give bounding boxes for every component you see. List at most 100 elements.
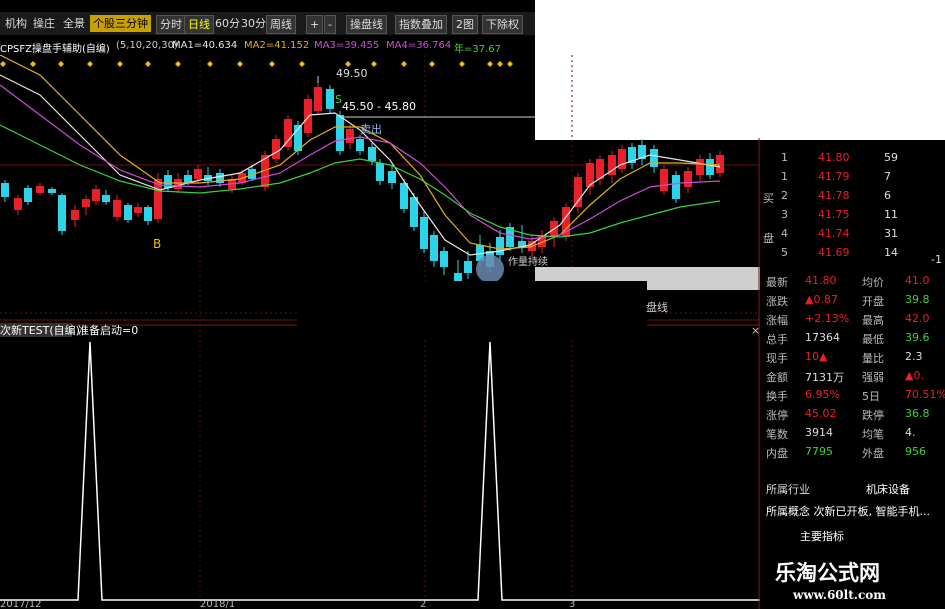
candle-down bbox=[650, 149, 658, 167]
toolbar-jigou[interactable]: 机构 bbox=[2, 15, 30, 32]
stat-label: 涨幅 bbox=[766, 314, 788, 327]
candle-down bbox=[672, 175, 680, 199]
candle-down bbox=[102, 195, 110, 202]
year-line-value: 年=37.67 bbox=[454, 44, 502, 55]
ma3-value: MA3=39.455 bbox=[314, 40, 380, 51]
buy-side-label: 盘 bbox=[763, 232, 774, 245]
candle-down bbox=[496, 237, 504, 255]
stat-label: 外盘 bbox=[862, 447, 884, 460]
buy-level-vol: 59 bbox=[884, 151, 898, 164]
stat-label: 换手 bbox=[766, 390, 788, 403]
candle-down bbox=[58, 195, 66, 231]
candle-up bbox=[696, 159, 704, 175]
stat-label: 5日 bbox=[862, 390, 880, 403]
tab-rixian[interactable]: 日线 bbox=[184, 15, 214, 34]
stat-value: 10▲ bbox=[805, 350, 828, 363]
candle-up bbox=[82, 199, 90, 207]
zoom-out-button[interactable]: - bbox=[324, 15, 336, 34]
candle-up bbox=[684, 171, 692, 187]
candle-down bbox=[24, 188, 32, 202]
stat-value: 39.6 bbox=[905, 331, 930, 344]
toolbar-caozhuang[interactable]: 操庄 bbox=[30, 15, 58, 32]
candle-up bbox=[174, 179, 182, 189]
tab-fenshi[interactable]: 分时 bbox=[156, 15, 186, 34]
candle-down bbox=[144, 207, 152, 221]
candle-down bbox=[440, 251, 448, 267]
stat-value: 956 bbox=[905, 445, 926, 458]
indicator-name[interactable]: CPSFZ操盘手辅助(自编) bbox=[0, 40, 110, 55]
ma4-value: MA4=36.764 bbox=[386, 40, 452, 51]
stat-label: 最新 bbox=[766, 276, 788, 289]
stat-label: 跌停 bbox=[862, 409, 884, 422]
stat-value: 7795 bbox=[805, 445, 833, 458]
ma1-value: MA1=40.634 bbox=[172, 40, 238, 51]
stat-label: 量比 bbox=[862, 352, 884, 365]
tab-zhouxian[interactable]: 周线 bbox=[266, 15, 296, 34]
candle-up bbox=[716, 155, 724, 173]
industry-value: 机床设备 bbox=[866, 483, 910, 496]
xaxis-label: 2017/12 bbox=[0, 599, 42, 609]
ex-rights-button[interactable]: 下除权 bbox=[482, 15, 523, 34]
main-indicators-button[interactable]: 主要指标 bbox=[800, 528, 844, 544]
marker-diamond bbox=[0, 61, 6, 67]
concept-text: 所属概念 次新已开板, 智能手机... bbox=[766, 505, 930, 518]
kline-chart[interactable]: 49.50 45.50 - 45.80 卖出 S B 作量持续盘线次新TEST(自编)准备… bbox=[0, 55, 760, 609]
candle-down bbox=[336, 115, 344, 151]
marker-diamond bbox=[87, 61, 93, 67]
xaxis-label: 3 bbox=[569, 599, 575, 609]
candle-up bbox=[346, 129, 354, 143]
index-overlay-button[interactable]: 指数叠加 bbox=[395, 15, 447, 34]
stat-label: 涨跌 bbox=[766, 295, 788, 308]
marker-diamond bbox=[175, 61, 181, 67]
candle-down bbox=[356, 139, 364, 151]
marker-diamond bbox=[507, 61, 513, 67]
watermark-title: 乐淘公式网 bbox=[775, 561, 880, 585]
buy-level-vol: 7 bbox=[884, 170, 891, 183]
toolbar-stock-3min[interactable]: 个股三分钟 bbox=[90, 15, 151, 32]
low-note-label: 作量持续 bbox=[508, 255, 548, 268]
zoom-in-button[interactable]: + bbox=[306, 15, 324, 34]
buy-level-no: 3 bbox=[781, 208, 788, 221]
stat-value: 17364 bbox=[805, 331, 840, 344]
marker-diamond bbox=[497, 61, 503, 67]
period-toolbar: 机构 操庄 全景 个股三分钟 分时 日线 60分 30分 周线 + - 操盘线 … bbox=[0, 12, 535, 35]
stat-label: 均价 bbox=[862, 276, 884, 289]
candle-down bbox=[706, 159, 714, 175]
tab-30min[interactable]: 30分 bbox=[238, 15, 269, 32]
stat-value: ▲0.87 bbox=[805, 293, 838, 306]
two-chart-button[interactable]: 2图 bbox=[452, 15, 478, 34]
marker-diamond bbox=[58, 61, 64, 67]
buy-level-vol: 31 bbox=[884, 227, 898, 240]
candle-up bbox=[272, 139, 280, 159]
watermark-url: www.60lt.com bbox=[793, 588, 886, 602]
indicator-params: (5,10,20,30) bbox=[116, 40, 178, 51]
candle-up bbox=[71, 210, 79, 220]
marker-diamond bbox=[299, 61, 305, 67]
marker-diamond bbox=[401, 61, 407, 67]
panel-suffix-label: 盘线 bbox=[646, 300, 668, 314]
stat-label: 总手 bbox=[766, 333, 788, 346]
marker-diamond bbox=[487, 61, 493, 67]
candle-up bbox=[194, 169, 202, 179]
marker-diamond bbox=[30, 61, 36, 67]
low-bubble bbox=[476, 255, 504, 283]
candle-down bbox=[368, 147, 376, 161]
stat-label: 开盘 bbox=[862, 295, 884, 308]
caopanxian-button[interactable]: 操盘线 bbox=[346, 15, 387, 34]
sell-label: 卖出 bbox=[360, 122, 382, 136]
s-signal: S bbox=[335, 93, 342, 106]
candle-down bbox=[326, 89, 334, 109]
buy-level-vol: 6 bbox=[884, 189, 891, 202]
candle-up bbox=[574, 177, 582, 207]
toolbar-quanjing[interactable]: 全景 bbox=[60, 15, 88, 32]
buy-level-vol: 14 bbox=[884, 246, 898, 259]
stat-label: 强弱 bbox=[862, 371, 884, 384]
marker-diamond bbox=[429, 61, 435, 67]
high-price-label: 49.50 bbox=[336, 67, 368, 80]
stat-label: 金额 bbox=[766, 371, 788, 384]
candle-up bbox=[284, 119, 292, 147]
stat-value: ▲0. bbox=[905, 369, 924, 382]
stat-value: 41.0 bbox=[905, 274, 930, 287]
candle-down bbox=[420, 217, 428, 249]
buy-level-no: 4 bbox=[781, 227, 788, 240]
